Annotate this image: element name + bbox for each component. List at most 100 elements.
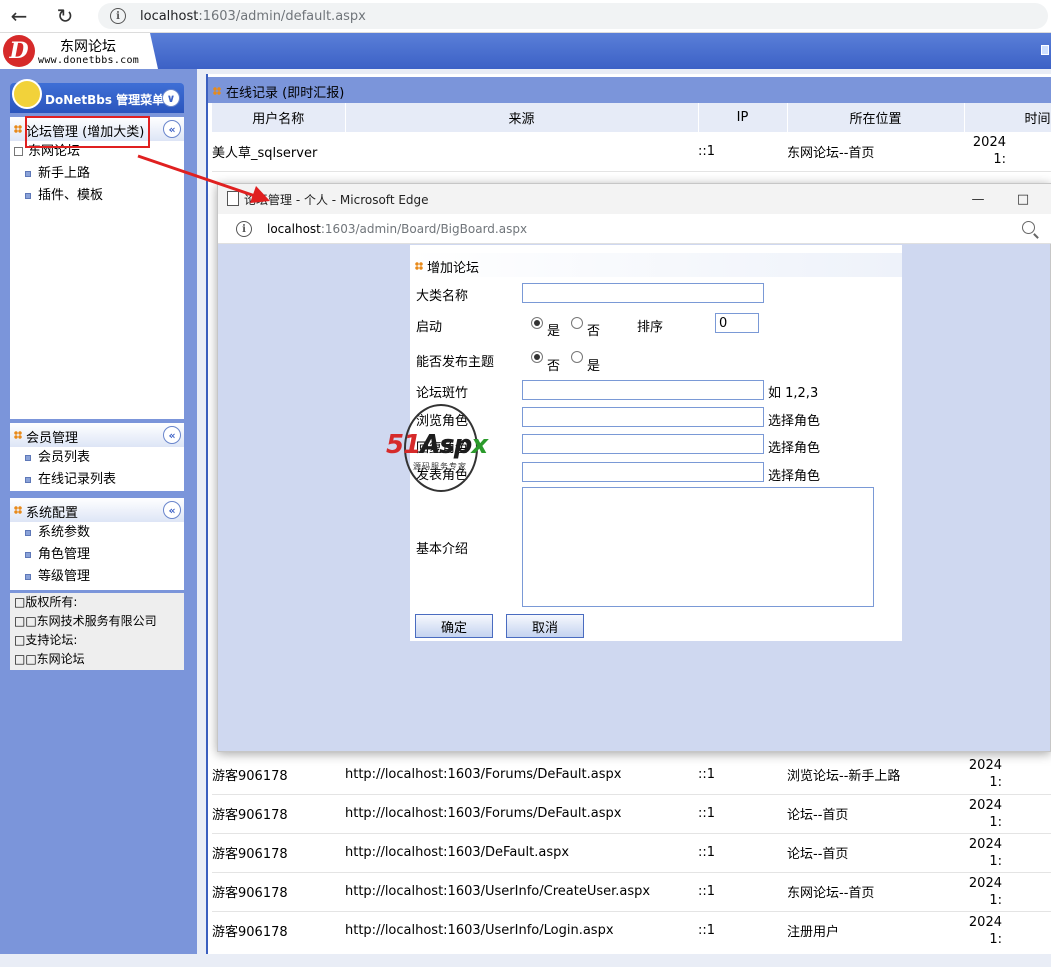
cell-location: 论坛--首页 — [787, 847, 849, 862]
cell-time: 2024 1: — [964, 872, 1051, 911]
category-name-input[interactable] — [522, 283, 764, 303]
popup-url: localhost:1603/admin/Board/BigBoard.aspx — [267, 222, 527, 236]
table-row: 游客906178 http://localhost:1603/DeFault.a… — [212, 833, 1051, 872]
watermark-text-green: x — [471, 430, 488, 460]
reload-icon[interactable]: ↻ — [52, 3, 78, 29]
cell-time: 2024 1: — [964, 911, 1051, 950]
menu-item-online-records[interactable]: 在线记录列表 — [10, 469, 184, 491]
cell-source: http://localhost:1603/Forums/DeFault.asp… — [345, 766, 622, 782]
url-path: :1603/admin/default.aspx — [198, 8, 366, 24]
menu-item-system-params[interactable]: 系统参数 — [10, 522, 184, 544]
info-icon[interactable]: i — [110, 8, 126, 24]
collapse-icon[interactable]: « — [163, 120, 181, 138]
menu-item-levels[interactable]: 等级管理 — [10, 566, 184, 588]
system-section-header[interactable]: 系统配置 « — [10, 498, 184, 522]
cell-location: 浏览论坛--新手上路 — [787, 768, 901, 784]
table-header-row: 用户名称 来源 IP 所在位置 时间 — [212, 103, 1051, 132]
cell-user: 游客906178 — [212, 768, 288, 784]
cell-user: 游客906178 — [212, 808, 288, 823]
reply-roles-input[interactable] — [522, 434, 764, 454]
bullet-icon — [25, 455, 31, 461]
cell-time: 2024 1: — [964, 833, 1051, 872]
popup-url-path: :1603/admin/Board/BigBoard.aspx — [320, 222, 528, 236]
member-section-header[interactable]: 会员管理 « — [10, 423, 184, 447]
bullet-icon — [25, 477, 31, 483]
cell-user: 游客906178 — [212, 847, 288, 862]
copyright-line: □支持论坛: — [14, 633, 78, 647]
sort-input[interactable] — [715, 313, 759, 333]
time-line: 2024 — [968, 914, 1002, 930]
enable-label: 启动 — [416, 320, 443, 335]
confirm-button[interactable]: 确定 — [415, 614, 493, 638]
form-header: 增加论坛 — [410, 253, 902, 277]
cell-ip: ::1 — [698, 884, 716, 899]
chevron-down-icon[interactable]: ∨ — [162, 89, 180, 107]
menu-item-roles[interactable]: 角色管理 — [10, 544, 184, 566]
table-row: 游客906178 http://localhost:1603/Forums/De… — [212, 755, 1051, 794]
menu-item-plugins[interactable]: 插件、模板 — [10, 185, 184, 207]
time-line: 2024 — [968, 797, 1002, 813]
menu-item-newbie[interactable]: 新手上路 — [10, 163, 184, 185]
time-line: 1: — [989, 814, 1002, 830]
address-bar[interactable]: i localhost:1603/admin/default.aspx — [98, 3, 1048, 29]
enable-yes-radio[interactable] — [531, 317, 543, 329]
popup-titlebar[interactable]: 论坛管理 - 个人 - Microsoft Edge — □ — [218, 184, 1051, 214]
menu-item-label: 在线记录列表 — [38, 472, 117, 487]
bullet-icon — [25, 193, 31, 199]
column-header: 用户名称 — [212, 103, 346, 132]
cell-location: 东网论坛--首页 — [787, 132, 964, 172]
cell-user: 游客906178 — [212, 886, 288, 901]
can-post-no-radio[interactable] — [531, 351, 543, 363]
menu-item-label: 会员列表 — [38, 450, 91, 465]
category-name-label: 大类名称 — [416, 289, 469, 304]
browse-roles-input[interactable] — [522, 407, 764, 427]
popup-address-bar[interactable]: i localhost:1603/admin/Board/BigBoard.as… — [218, 214, 1051, 244]
time-line: 2024 — [968, 836, 1002, 852]
cell-location: 论坛--首页 — [787, 808, 849, 823]
window-icon[interactable] — [1041, 45, 1049, 55]
copyright-line[interactable]: □□东网论坛 — [14, 650, 184, 669]
logo-d-icon: D — [3, 35, 35, 67]
post-roles-input[interactable] — [522, 462, 764, 482]
table-row: 游客906178 http://localhost:1603/Forums/De… — [212, 794, 1051, 833]
moderators-input[interactable] — [522, 380, 764, 400]
browser-toolbar: ← ↻ i localhost:1603/admin/default.aspx — [0, 0, 1051, 33]
table-row: 游客906178 http://localhost:1603/UserInfo/… — [212, 911, 1051, 950]
time-line: 2024 — [972, 135, 1006, 151]
browse-roles-select-link[interactable]: 选择角色 — [768, 410, 820, 429]
site-logo[interactable]: D 东网论坛 www.donetbbs.com — [0, 33, 158, 69]
sort-label: 排序 — [637, 320, 664, 335]
forum-section: 论坛管理 (增加大类) « 东网论坛 新手上路 插件、模板 — [10, 117, 184, 419]
moderators-hint: 如 1,2,3 — [768, 386, 819, 401]
bottom-strip — [0, 954, 1051, 967]
reply-roles-select-link[interactable]: 选择角色 — [768, 437, 820, 456]
bullet-dots-icon — [213, 87, 221, 95]
can-post-yes-radio[interactable] — [571, 351, 583, 363]
checkbox-icon[interactable] — [14, 147, 23, 156]
bullet-dots-icon — [14, 431, 22, 439]
cell-ip: ::1 — [698, 806, 716, 821]
maximize-icon[interactable]: □ — [1008, 188, 1038, 210]
cell-user: 游客906178 — [212, 925, 288, 941]
online-records-table: 用户名称 来源 IP 所在位置 时间 美人草_sqlserver ::1 东网论… — [212, 103, 1051, 172]
post-roles-select-link[interactable]: 选择角色 — [768, 465, 820, 484]
minimize-icon[interactable]: — — [963, 188, 993, 210]
can-post-no-label: 否 — [547, 359, 561, 374]
table-row: 游客906178 http://localhost:1603/UserInfo/… — [212, 872, 1051, 911]
column-header: 所在位置 — [787, 103, 965, 132]
page-icon — [227, 191, 239, 206]
enable-no-radio[interactable] — [571, 317, 583, 329]
watermark-logo: 51Aspx 源码服务专家 — [386, 404, 516, 494]
time-line: 1: — [989, 853, 1002, 869]
cancel-button[interactable]: 取消 — [506, 614, 584, 638]
zoom-icon[interactable] — [1022, 221, 1035, 234]
back-arrow-icon[interactable]: ← — [6, 3, 32, 29]
collapse-icon[interactable]: « — [163, 501, 181, 519]
info-icon[interactable]: i — [236, 221, 252, 237]
menu-item-member-list[interactable]: 会员列表 — [10, 447, 184, 469]
intro-textarea[interactable] — [522, 487, 874, 607]
online-records-table-lower: 游客906178 http://localhost:1603/Forums/De… — [212, 755, 1051, 950]
time-line: 2024 — [968, 758, 1002, 774]
collapse-icon[interactable]: « — [163, 426, 181, 444]
bullet-dots-icon — [415, 262, 423, 270]
